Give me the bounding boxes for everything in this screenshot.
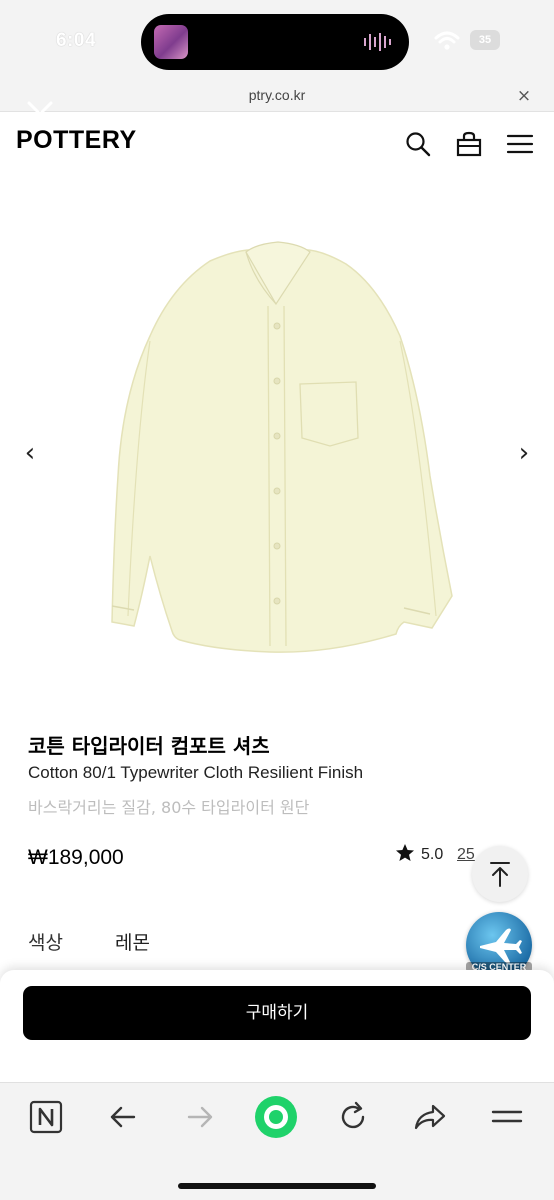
album-art-thumbnail	[154, 25, 188, 59]
shirt-illustration	[111, 241, 453, 653]
url-text[interactable]: ptry.co.kr	[0, 87, 554, 103]
search-icon[interactable]	[404, 130, 432, 158]
status-bar: 6:04 35	[0, 0, 554, 82]
scroll-to-top-button[interactable]	[472, 846, 528, 902]
color-option-label: 색상	[28, 932, 63, 954]
share-icon[interactable]	[413, 1100, 447, 1134]
wifi-icon	[434, 31, 460, 50]
status-time: 6:04	[56, 30, 97, 51]
star-icon	[396, 844, 414, 861]
reload-icon[interactable]	[336, 1100, 370, 1134]
forward-arrow-icon[interactable]	[183, 1100, 217, 1134]
product-title-korean: 코튼 타입라이터 컴포트 셔츠	[28, 734, 270, 758]
product-subtitle: 바스락거리는 질감, 80수 타입라이터 원단	[28, 798, 310, 817]
hamburger-menu-icon[interactable]	[506, 130, 534, 158]
audio-wave-icon	[364, 33, 391, 51]
home-indicator	[178, 1183, 376, 1189]
green-home-icon[interactable]	[254, 1095, 298, 1139]
buy-button[interactable]: 구매하기	[23, 986, 531, 1040]
battery-icon: 35	[470, 30, 500, 50]
dynamic-island	[141, 14, 409, 70]
product-title-english: Cotton 80/1 Typewriter Cloth Resilient F…	[28, 763, 364, 782]
rating-value: 5.0	[421, 846, 444, 863]
brand-logo[interactable]: POTTERY	[16, 126, 137, 155]
url-close-button[interactable]: ×	[514, 86, 534, 106]
purchase-sheet: 구매하기	[0, 970, 554, 1082]
color-option-value[interactable]: 레몬	[115, 928, 150, 955]
battery-level: 35	[478, 34, 492, 46]
cs-center-button[interactable]: C/S CENTER	[466, 912, 532, 978]
carousel-next-button[interactable]: ›	[512, 438, 536, 468]
product-image[interactable]	[0, 176, 554, 706]
naver-n-icon[interactable]	[29, 1100, 63, 1134]
menu-icon[interactable]	[490, 1100, 524, 1134]
site-header: POTTERY	[0, 112, 554, 176]
shirt-shape	[111, 241, 453, 653]
back-arrow-icon[interactable]	[106, 1100, 140, 1134]
product-price: ₩189,000	[28, 846, 124, 869]
carousel-prev-button[interactable]: ‹	[18, 438, 42, 468]
browser-url-bar[interactable]: ptry.co.kr ×	[0, 82, 554, 112]
arrow-up-icon	[490, 862, 510, 887]
browser-toolbar	[0, 1082, 554, 1200]
shopping-bag-icon[interactable]	[455, 130, 483, 158]
